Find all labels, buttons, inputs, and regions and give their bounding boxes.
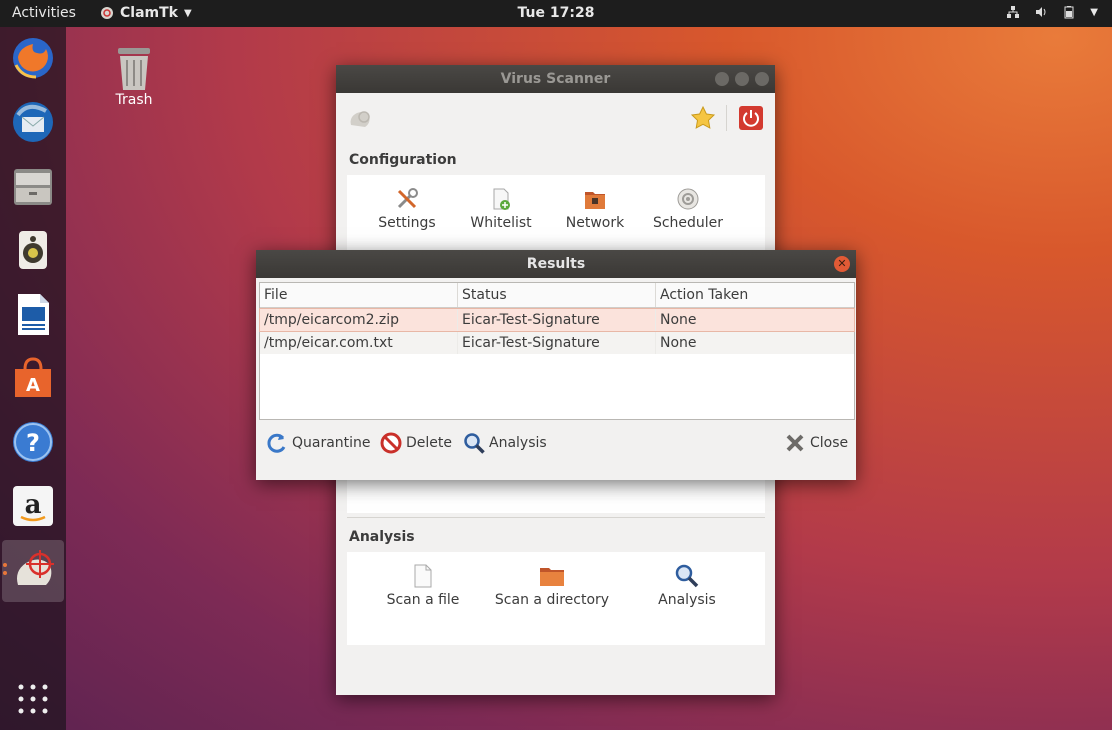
close-icon	[786, 434, 804, 452]
configuration-panel: Settings Whitelist Network Scheduler	[347, 175, 765, 255]
thunderbird-icon[interactable]	[10, 99, 56, 145]
dialog-title: Results	[526, 256, 586, 272]
network-icon	[585, 192, 605, 209]
firefox-icon[interactable]	[10, 35, 56, 81]
scheduler-button[interactable]: Scheduler	[643, 187, 733, 231]
column-header-action[interactable]: Action Taken	[656, 283, 852, 307]
table-row[interactable]: /tmp/eicar.com.txt Eicar-Test-Signature …	[260, 332, 854, 354]
scan-file-label: Scan a file	[386, 592, 460, 608]
analysis-panel: Scan a file Scan a directory Analysis	[347, 552, 765, 645]
update-icon[interactable]	[348, 107, 374, 133]
software-icon[interactable]: A	[10, 355, 56, 401]
scan-directory-button[interactable]: Scan a directory	[487, 564, 617, 608]
svg-text:A: A	[26, 375, 40, 396]
settings-button[interactable]: Settings	[362, 187, 452, 231]
configuration-heading: Configuration	[349, 152, 457, 168]
history-panel-fragment	[347, 480, 765, 513]
scheduler-label: Scheduler	[652, 215, 724, 231]
analysis-heading: Analysis	[349, 529, 415, 545]
minimize-button[interactable]	[715, 72, 729, 86]
clamtk-icon[interactable]	[10, 547, 56, 593]
cell-file: /tmp/eicarcom2.zip	[260, 309, 458, 331]
rhythmbox-icon[interactable]	[10, 227, 56, 273]
column-header-file[interactable]: File	[260, 283, 458, 307]
whitelist-button[interactable]: Whitelist	[456, 187, 546, 231]
analysis-label: Analysis	[489, 435, 547, 451]
table-row[interactable]: /tmp/eicarcom2.zip Eicar-Test-Signature …	[259, 308, 855, 332]
analysis-button[interactable]: Analysis	[637, 564, 737, 608]
whitelist-icon	[493, 188, 510, 210]
grid-icon	[18, 684, 48, 714]
close-button[interactable]: Close	[784, 432, 848, 454]
dock: A ? a	[0, 27, 66, 730]
section-divider	[347, 517, 765, 518]
help-icon[interactable]: ?	[10, 419, 56, 465]
close-icon: ✕	[837, 257, 847, 270]
settings-tools-icon	[397, 188, 418, 209]
clock[interactable]: Tue 17:28	[0, 5, 1112, 21]
whitelist-label: Whitelist	[470, 215, 532, 231]
quarantine-button[interactable]: Quarantine	[266, 432, 371, 454]
virus-scanner-titlebar[interactable]: Virus Scanner	[336, 65, 775, 93]
folder-icon	[540, 568, 564, 586]
show-apps-button[interactable]	[17, 683, 49, 715]
svg-text:?: ?	[26, 429, 40, 457]
scan-directory-label: Scan a directory	[494, 592, 610, 608]
trash-desktop-item[interactable]: Trash	[106, 44, 162, 108]
delete-label: Delete	[406, 435, 452, 451]
system-tray[interactable]: ▼	[1006, 5, 1098, 19]
running-indicator	[3, 563, 7, 567]
trash-icon	[118, 48, 150, 90]
magnifier-icon	[464, 433, 485, 454]
quarantine-label: Quarantine	[292, 435, 371, 451]
trash-label: Trash	[115, 92, 153, 108]
cell-status: Eicar-Test-Signature	[458, 332, 656, 354]
scan-file-button[interactable]: Scan a file	[363, 564, 483, 608]
top-bar: Activities ClamTk ▼ Tue 17:28 ▼	[0, 0, 1112, 27]
writer-icon[interactable]	[10, 291, 56, 337]
analysis-label: Analysis	[658, 592, 716, 608]
cell-file: /tmp/eicar.com.txt	[260, 332, 458, 354]
amazon-icon[interactable]: a	[10, 483, 56, 529]
results-dialog: Results ✕ File Status Action Taken /tmp/…	[256, 250, 856, 480]
results-table[interactable]: File Status Action Taken /tmp/eicarcom2.…	[259, 282, 855, 420]
power-icon[interactable]	[739, 106, 763, 130]
close-window-button[interactable]: ✕	[834, 256, 850, 272]
running-indicator	[3, 571, 7, 575]
network-button[interactable]: Network	[550, 187, 640, 231]
scheduler-icon	[677, 188, 699, 210]
magnifier-icon	[675, 564, 699, 588]
window-title: Virus Scanner	[500, 71, 611, 87]
cell-status: Eicar-Test-Signature	[458, 309, 656, 331]
results-titlebar[interactable]: Results ✕	[256, 250, 856, 278]
chevron-down-icon: ▼	[1090, 6, 1098, 18]
network-wired-icon	[1007, 6, 1020, 18]
cell-action: None	[660, 312, 697, 328]
delete-icon	[380, 432, 402, 454]
quarantine-icon	[267, 433, 286, 453]
battery-icon	[1064, 6, 1074, 19]
volume-icon	[1036, 7, 1046, 17]
cell-action: None	[660, 335, 697, 351]
files-icon[interactable]	[10, 163, 56, 209]
delete-button[interactable]: Delete	[380, 432, 452, 454]
analysis-button[interactable]: Analysis	[463, 432, 547, 454]
network-label: Network	[565, 215, 625, 231]
toolbar-separator	[726, 105, 727, 131]
svg-text:a: a	[25, 490, 42, 520]
star-icon[interactable]	[690, 105, 716, 131]
table-header: File Status Action Taken	[260, 283, 854, 308]
settings-label: Settings	[378, 215, 436, 231]
column-header-status[interactable]: Status	[458, 283, 656, 307]
maximize-button[interactable]	[735, 72, 749, 86]
file-icon	[414, 564, 432, 588]
close-label: Close	[810, 435, 849, 451]
close-button[interactable]	[755, 72, 769, 86]
